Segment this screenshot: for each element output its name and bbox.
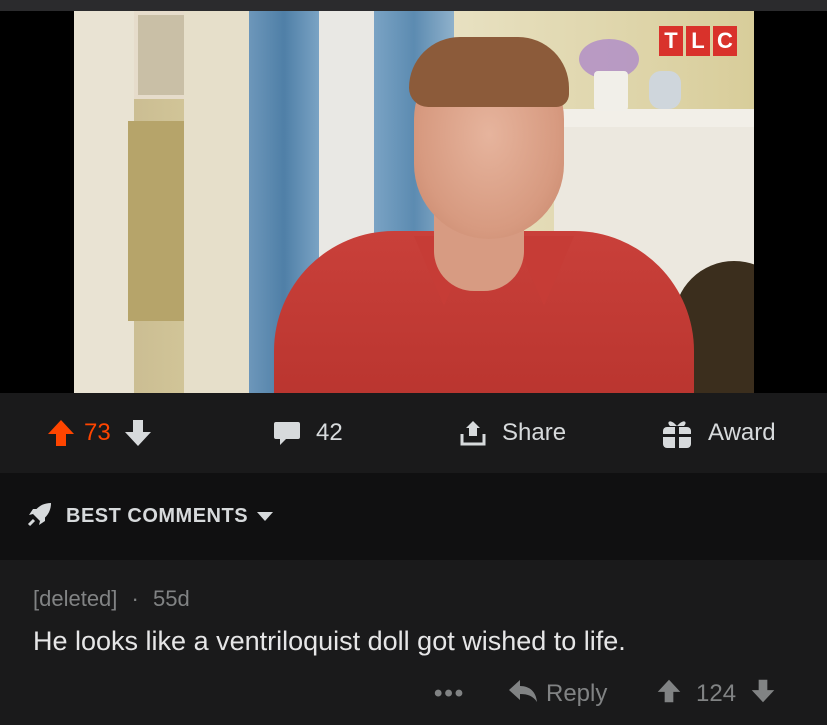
comment-age: 55d bbox=[152, 586, 190, 611]
comment-sort-bar: BEST COMMENTS bbox=[0, 473, 827, 561]
logo-letter: L bbox=[686, 26, 710, 56]
comment-meta: [deleted] · 55d bbox=[33, 586, 190, 612]
downvote-arrow-icon[interactable] bbox=[123, 418, 153, 448]
comment-vote-controls: 124 bbox=[656, 672, 776, 716]
sort-label: BEST COMMENTS bbox=[66, 505, 249, 527]
sort-dropdown[interactable]: BEST COMMENTS bbox=[26, 473, 274, 560]
meta-separator: · bbox=[131, 586, 139, 611]
comment-count: 42 bbox=[316, 419, 343, 446]
comments-button[interactable]: 42 bbox=[272, 393, 343, 473]
award-button[interactable]: Award bbox=[660, 393, 776, 473]
scene-panel bbox=[128, 121, 186, 321]
post-media[interactable]: T L C bbox=[0, 0, 827, 393]
gift-icon bbox=[660, 416, 694, 450]
share-upload-icon bbox=[458, 418, 488, 448]
person-hair bbox=[409, 37, 569, 107]
comment-author[interactable]: [deleted] bbox=[33, 586, 117, 611]
caret-down-icon bbox=[256, 505, 274, 528]
logo-letter: T bbox=[659, 26, 683, 56]
scene-vase bbox=[594, 71, 628, 111]
vote-controls: 73 bbox=[46, 393, 153, 473]
scene-jar bbox=[649, 71, 681, 109]
award-label: Award bbox=[708, 419, 776, 446]
comment-score: 124 bbox=[696, 680, 737, 707]
scene-door bbox=[74, 11, 134, 393]
upvote-arrow-icon[interactable] bbox=[46, 418, 76, 448]
reply-button[interactable]: Reply bbox=[508, 672, 607, 716]
comment-body: He looks like a ventriloquist doll got w… bbox=[33, 626, 626, 656]
more-dots-icon: ••• bbox=[434, 680, 466, 707]
upvote-count: 73 bbox=[84, 419, 111, 446]
video-frame[interactable]: T L C bbox=[74, 11, 754, 393]
comment-downvote-icon[interactable] bbox=[750, 678, 776, 711]
rocket-icon bbox=[26, 500, 54, 534]
share-label: Share bbox=[502, 419, 567, 446]
comment-upvote-icon[interactable] bbox=[656, 678, 682, 711]
share-button[interactable]: Share bbox=[458, 393, 566, 473]
more-options-button[interactable]: ••• bbox=[434, 672, 465, 716]
comment: [deleted] · 55d He looks like a ventrilo… bbox=[0, 560, 827, 725]
tlc-logo: T L C bbox=[659, 26, 737, 58]
reply-arrow-icon bbox=[508, 678, 538, 711]
media-top-bar bbox=[0, 0, 827, 11]
logo-letter: C bbox=[713, 26, 737, 56]
post-action-bar: 73 42 Share Award bbox=[0, 393, 827, 474]
reply-label: Reply bbox=[546, 680, 608, 707]
scene-mantel-top bbox=[544, 109, 754, 127]
comment-bubble-icon bbox=[272, 418, 302, 448]
